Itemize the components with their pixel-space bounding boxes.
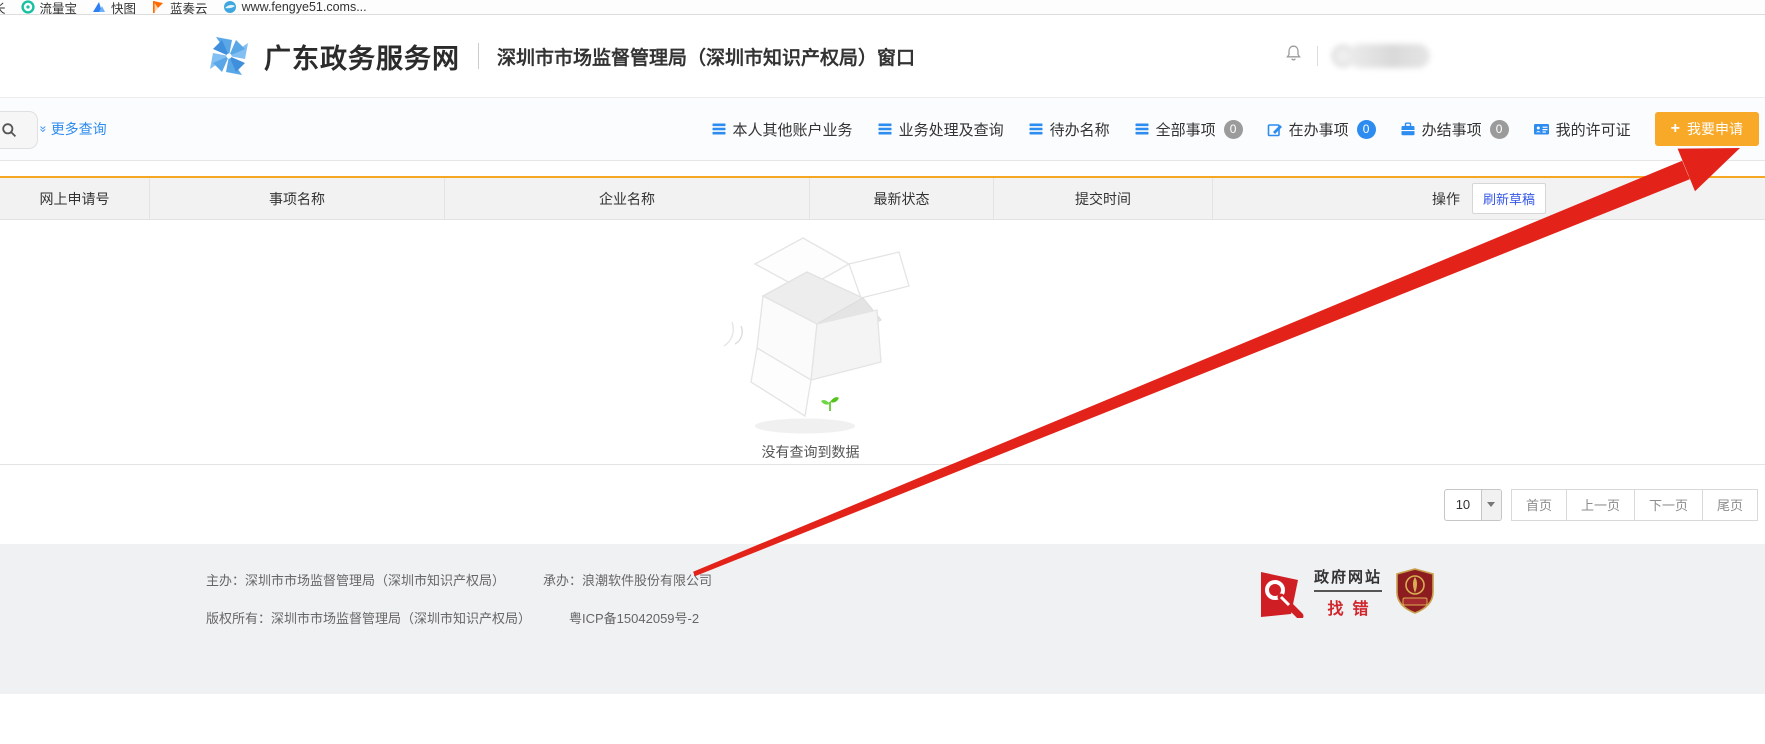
plus-icon: +: [1671, 121, 1680, 137]
nav-item-other-account-business[interactable]: 本人其他账户业务: [711, 119, 853, 140]
edit-icon: [1267, 121, 1283, 137]
spacer: [0, 161, 1765, 176]
empty-box-illustration: [711, 228, 911, 438]
nav-item-label: 待办名称: [1050, 119, 1110, 140]
shield-emblem-icon: [1395, 568, 1435, 614]
footer-icp: 粤ICP备15042059号-2: [569, 608, 699, 627]
nav-items: 本人其他账户业务 业务处理及查询 待办名称 全部事项 0 在办事项 0: [711, 112, 1765, 146]
footer: 主办：深圳市市场监督管理局（深圳市知识产权局） 承办：浪潮软件股份有限公司 版权…: [0, 544, 1765, 694]
gov-badge-sub: 找错: [1314, 595, 1382, 619]
col-header-submit-time: 提交时间: [994, 178, 1213, 219]
list-icon: [877, 121, 893, 137]
pagination: 10 首页 上一页 下一页 尾页: [0, 465, 1765, 544]
sprout-icon: [821, 397, 839, 411]
count-badge: 0: [1490, 120, 1509, 139]
gov-site-find-error-badge[interactable]: 政府网站 找错: [1258, 566, 1382, 619]
apply-button-label: 我要申请: [1687, 119, 1743, 139]
kuaitu-icon: [92, 0, 106, 14]
nav-item-label: 在办事项: [1289, 119, 1349, 140]
window-title: 深圳市市场监督管理局（深圳市知识产权局）窗口: [497, 43, 915, 70]
apply-button[interactable]: + 我要申请: [1655, 112, 1759, 146]
empty-state: 没有查询到数据: [0, 228, 1693, 462]
nav-item-label: 本人其他账户业务: [733, 119, 853, 140]
table-body: 没有查询到数据: [0, 220, 1765, 465]
nav-item-all-matters[interactable]: 全部事项 0: [1134, 119, 1243, 140]
last-page-button[interactable]: 尾页: [1702, 489, 1758, 521]
col-header-application-no: 网上申请号: [0, 178, 150, 219]
next-page-button[interactable]: 下一页: [1634, 489, 1703, 521]
pager-buttons: 首页 上一页 下一页 尾页: [1511, 489, 1758, 521]
gov-org-shield-badge[interactable]: [1395, 568, 1435, 617]
table-header-row: 网上申请号 事项名称 企业名称 最新状态 提交时间 操作 刷新草稿: [0, 178, 1765, 220]
count-badge: 0: [1357, 120, 1376, 139]
nav-item-completed-matters[interactable]: 办结事项 0: [1400, 119, 1509, 140]
nav-item-todo-names[interactable]: 待办名称: [1028, 119, 1110, 140]
footer-host: 主办：深圳市市场监督管理局（深圳市知识产权局）: [206, 570, 505, 589]
gov-badge-title: 政府网站: [1314, 566, 1382, 592]
liuliangbao-icon: [21, 0, 35, 14]
briefcase-icon: [1400, 121, 1416, 137]
col-header-operation: 操作 刷新草稿: [1213, 178, 1765, 219]
nav-item-label: 办结事项: [1422, 119, 1482, 140]
list-icon: [1028, 121, 1044, 137]
gdzwfw-logo-icon: [206, 33, 252, 79]
find-error-magnifier-icon: [1258, 568, 1306, 618]
applications-table: 网上申请号 事项名称 企业名称 最新状态 提交时间 操作 刷新草稿: [0, 176, 1765, 465]
footer-line-1: 主办：深圳市市场监督管理局（深圳市知识产权局） 承办：浪潮软件股份有限公司: [206, 570, 1765, 589]
id-card-icon: [1533, 121, 1550, 137]
header: 广东政务服务网 深圳市市场监督管理局（深圳市知识产权局）窗口: [0, 15, 1765, 97]
footer-line-2: 版权所有：深圳市市场监督管理局（深圳市知识产权局） 粤ICP备15042059号…: [206, 608, 1765, 627]
operation-label: 操作: [1432, 189, 1460, 209]
lanzouyun-icon: [151, 0, 165, 14]
nav-item-label: 全部事项: [1156, 119, 1216, 140]
more-query-link[interactable]: » 更多查询: [40, 119, 107, 139]
search-icon: [1, 122, 17, 138]
more-query-label: 更多查询: [51, 119, 107, 139]
double-chevron-down-icon: »: [37, 126, 49, 133]
header-divider: [478, 43, 479, 69]
list-icon: [1134, 121, 1150, 137]
footer-copyright: 版权所有：深圳市市场监督管理局（深圳市知识产权局）: [206, 608, 531, 627]
notification-bell-icon[interactable]: [1284, 44, 1303, 68]
header-right-divider: [1317, 46, 1318, 66]
list-icon: [711, 121, 727, 137]
col-header-company-name: 企业名称: [445, 178, 810, 219]
count-badge: 0: [1224, 120, 1243, 139]
col-header-matter-name: 事项名称: [150, 178, 445, 219]
empty-state-text: 没有查询到数据: [762, 442, 860, 462]
nav-item-in-progress-matters[interactable]: 在办事项 0: [1267, 119, 1376, 140]
bookmark-label: www.fengye51.coms...: [242, 0, 367, 14]
prev-page-button[interactable]: 上一页: [1566, 489, 1635, 521]
toolbar-nav: » 更多查询 本人其他账户业务 业务处理及查询 待办名称 全部事项 0: [0, 97, 1765, 161]
first-page-button[interactable]: 首页: [1511, 489, 1567, 521]
page-size-select[interactable]: 10: [1444, 489, 1502, 521]
brand-title: 广东政务服务网: [264, 37, 460, 76]
refresh-draft-button[interactable]: 刷新草稿: [1472, 183, 1546, 214]
col-header-latest-status: 最新状态: [810, 178, 994, 219]
nav-item-label: 我的许可证: [1556, 119, 1631, 140]
search-box[interactable]: [0, 111, 38, 149]
page-size-value: 10: [1445, 490, 1481, 520]
header-right: [1284, 15, 1430, 97]
chevron-down-icon: [1481, 490, 1501, 520]
nav-item-business-process-query[interactable]: 业务处理及查询: [877, 119, 1004, 140]
fengye-site-icon: [223, 0, 237, 14]
username-blurred: [1348, 44, 1430, 68]
bookmarks-bar: 长 流量宝 快图 蓝奏云 www.fengye51.coms...: [0, 0, 1765, 15]
user-account-blurred[interactable]: [1332, 44, 1430, 68]
footer-undertaker: 承办：浪潮软件股份有限公司: [543, 570, 712, 589]
bookmark-item[interactable]: www.fengye51.coms...: [223, 0, 367, 14]
footer-badges: 政府网站 找错: [1258, 566, 1435, 619]
page: 长 流量宝 快图 蓝奏云 www.fengye51.coms...: [0, 0, 1765, 744]
nav-item-label: 业务处理及查询: [899, 119, 1004, 140]
nav-item-my-licenses[interactable]: 我的许可证: [1533, 119, 1631, 140]
